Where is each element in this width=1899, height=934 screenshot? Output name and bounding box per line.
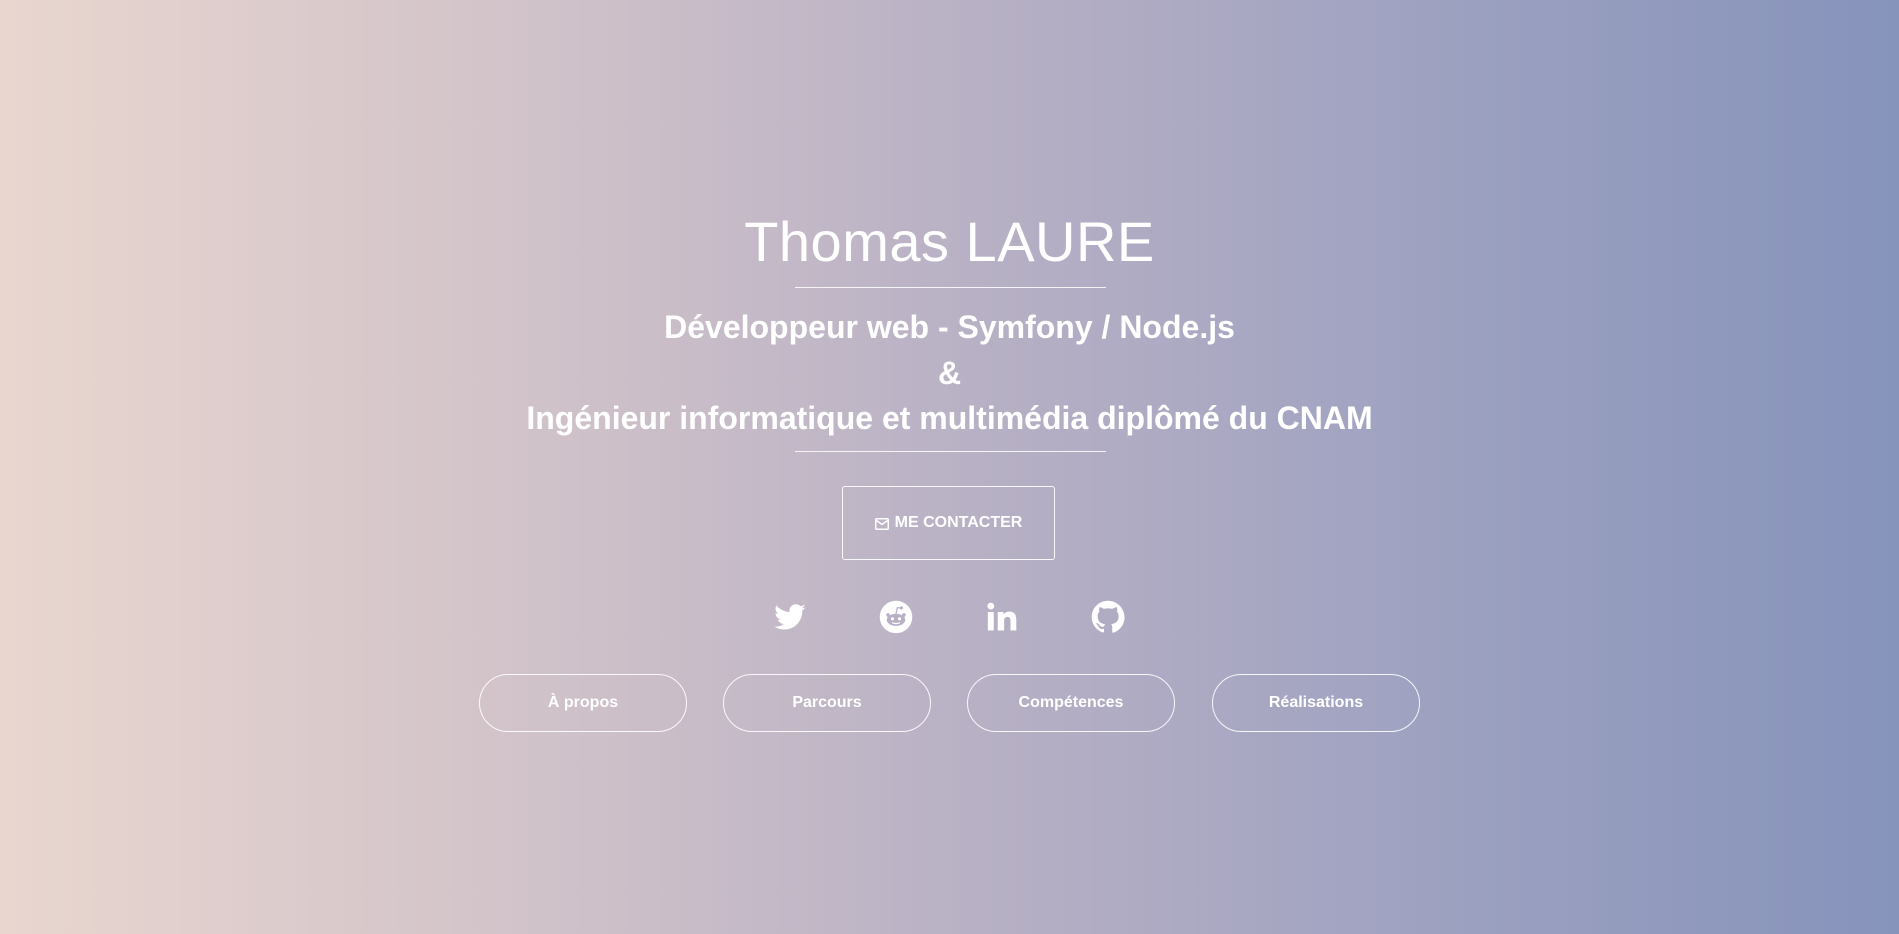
subtitle-role: Développeur web - Symfony / Node.js xyxy=(664,309,1235,345)
subtitle-ampersand: & xyxy=(937,355,962,391)
nav-career-button[interactable]: Parcours xyxy=(723,674,931,732)
page-title: Thomas LAURE xyxy=(744,210,1155,273)
reddit-link[interactable] xyxy=(878,600,914,639)
reddit-icon xyxy=(879,600,913,639)
divider-top xyxy=(795,287,1106,288)
subtitle-degree: Ingénieur informatique et multimédia dip… xyxy=(526,400,1373,436)
envelope-icon xyxy=(874,517,889,530)
linkedin-link[interactable] xyxy=(984,601,1020,637)
github-link[interactable] xyxy=(1090,600,1126,639)
contact-button-label: ME CONTACTER xyxy=(894,514,1023,531)
nav-projects-button[interactable]: Réalisations xyxy=(1212,674,1420,732)
twitter-icon xyxy=(773,600,807,639)
twitter-link[interactable] xyxy=(772,601,808,637)
linkedin-icon xyxy=(985,600,1019,639)
contact-button[interactable]: ME CONTACTER xyxy=(842,486,1055,560)
nav-about-button[interactable]: À propos xyxy=(479,674,687,732)
hero-section: Thomas LAURE Développeur web - Symfony /… xyxy=(0,0,1899,934)
github-icon xyxy=(1091,600,1125,639)
social-links xyxy=(0,600,1899,639)
nav-skills-button[interactable]: Compétences xyxy=(967,674,1175,732)
divider-bottom xyxy=(795,451,1106,452)
